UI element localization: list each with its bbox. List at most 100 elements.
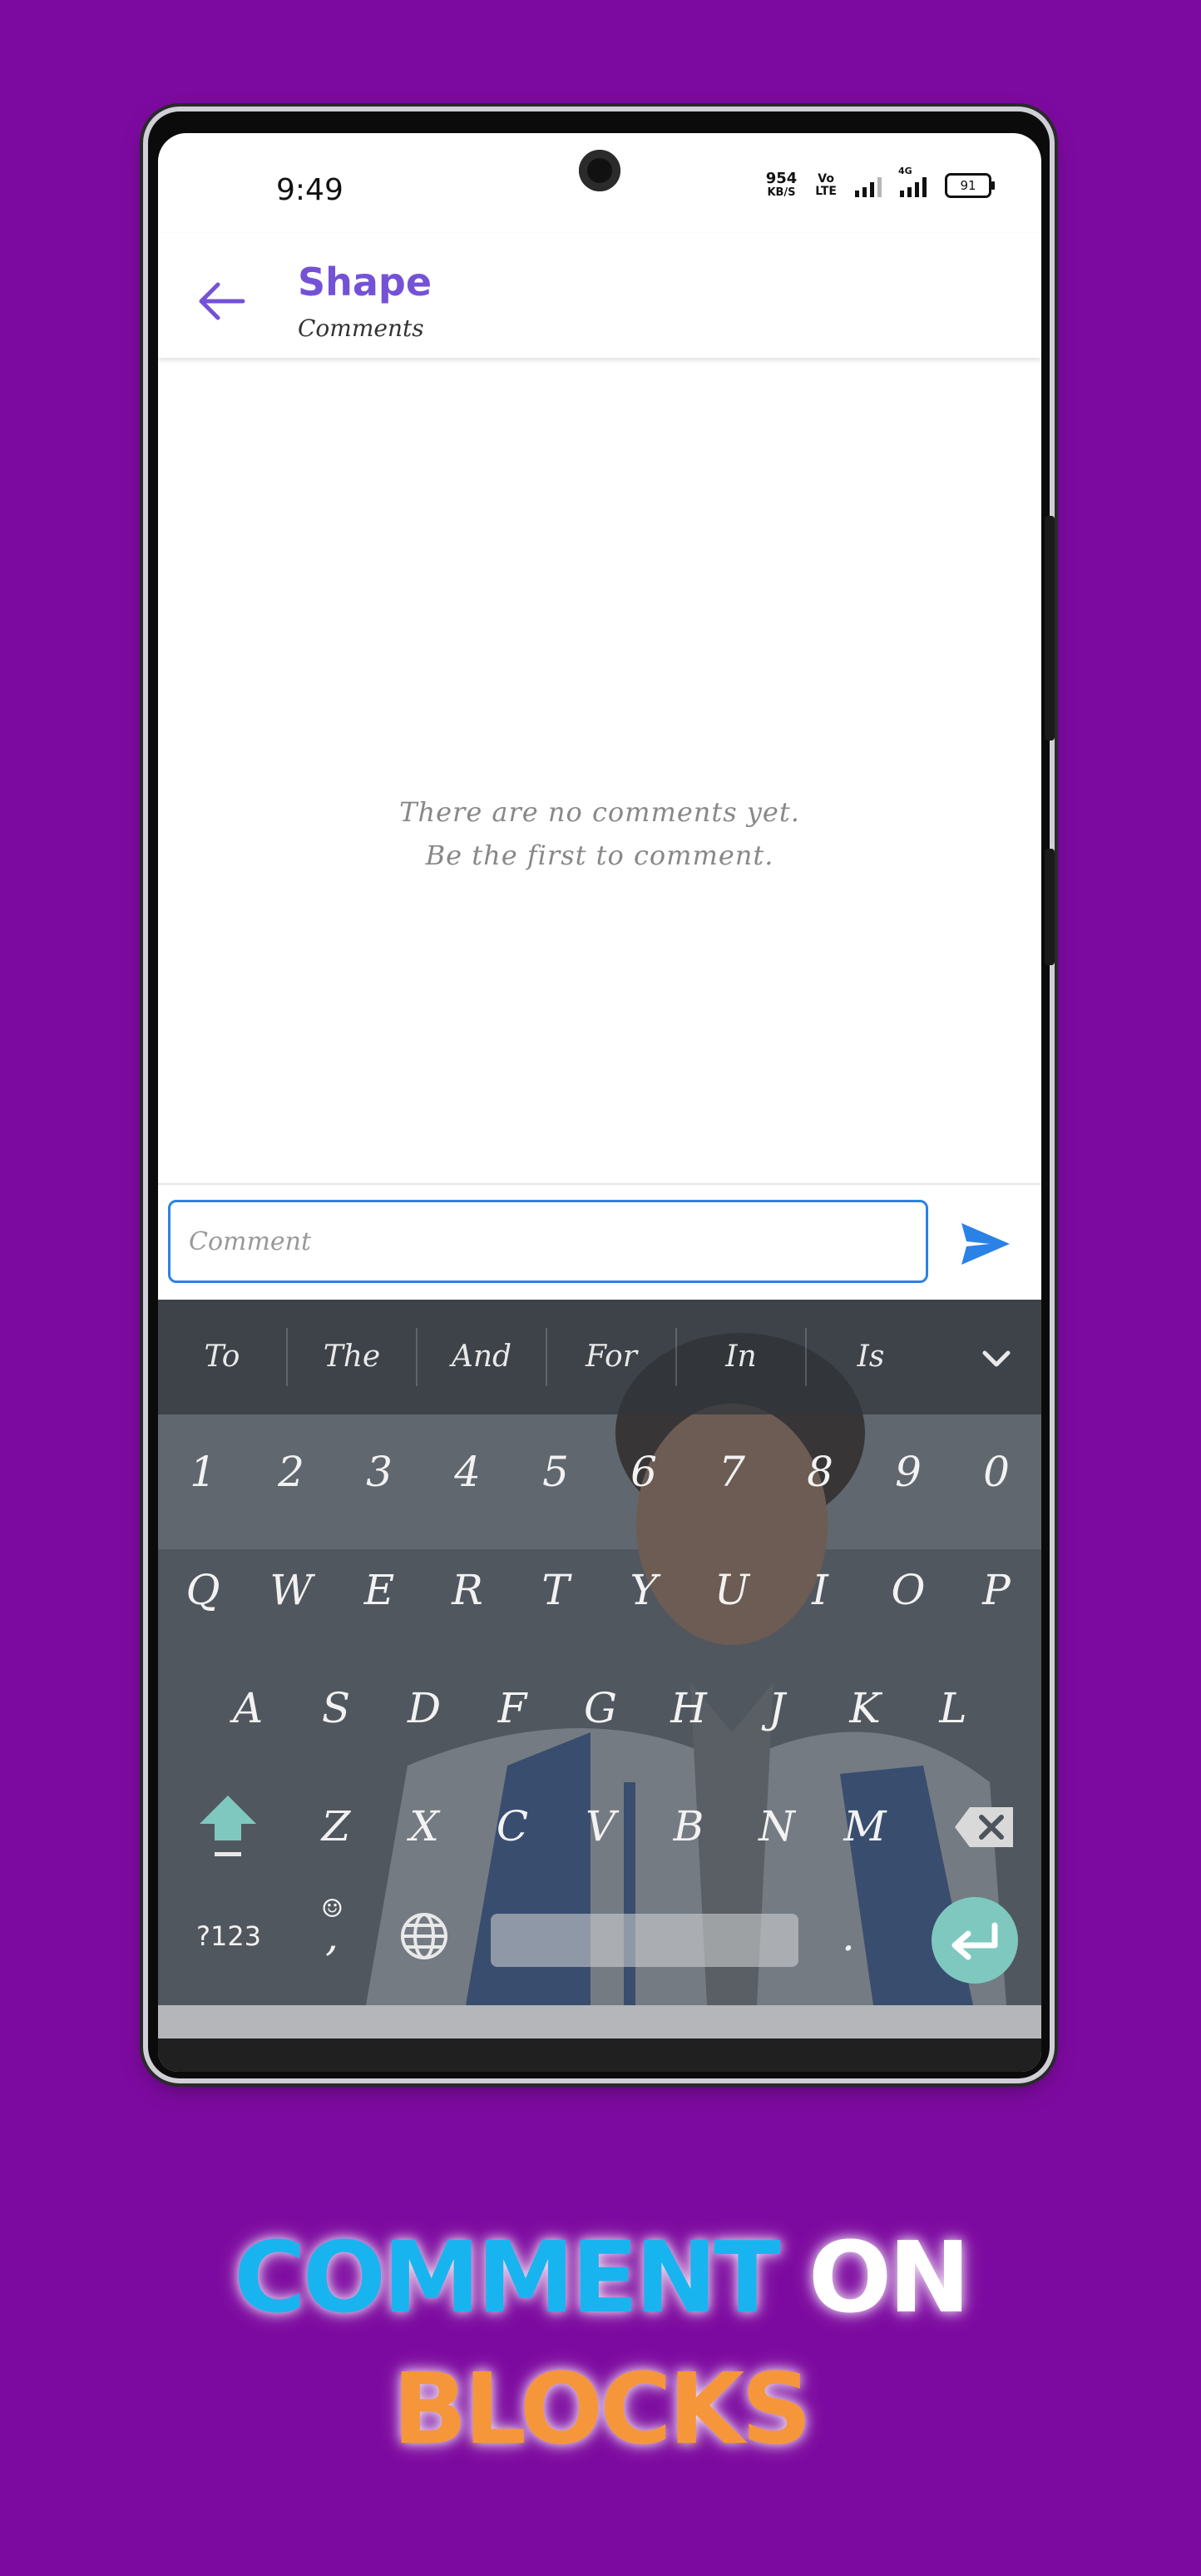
- key[interactable]: M: [823, 1781, 907, 1872]
- key[interactable]: I: [778, 1544, 862, 1636]
- language-key[interactable]: [383, 1890, 466, 1982]
- key[interactable]: R: [426, 1544, 509, 1636]
- key[interactable]: 2: [250, 1426, 333, 1518]
- key[interactable]: C: [471, 1781, 554, 1872]
- suggestion-item[interactable]: In: [677, 1328, 807, 1386]
- key[interactable]: S: [294, 1662, 378, 1754]
- comment-input[interactable]: [168, 1200, 928, 1283]
- suggestion-item[interactable]: And: [418, 1328, 547, 1386]
- suggestion-strip: To The And For In Is: [158, 1300, 1041, 1414]
- keyboard-number-row: 1 2 3 4 5 6 7 8 9 0: [158, 1426, 1041, 1518]
- back-button[interactable]: [195, 276, 248, 326]
- network-speed-value: 954: [765, 170, 798, 187]
- promo-word-blocks: BLOCKS: [392, 2351, 812, 2466]
- backspace-icon: [955, 1807, 1013, 1847]
- network-speed-unit: KB/S: [767, 186, 796, 199]
- status-time: 9:49: [276, 173, 343, 207]
- keyboard-row-1: Q W E R T Y U I O P: [158, 1544, 1041, 1636]
- key[interactable]: X: [383, 1781, 466, 1872]
- network-type-label: 4G: [898, 166, 912, 176]
- empty-message-line2: Be the first to comment.: [425, 840, 774, 871]
- key[interactable]: Q: [161, 1544, 245, 1636]
- enter-key[interactable]: [932, 1897, 1018, 1984]
- symbols-key[interactable]: ?123: [183, 1890, 274, 1982]
- soft-keyboard: To The And For In Is 1 2 3 4 5 6 7 8 9 0: [158, 1300, 1041, 2005]
- key[interactable]: 0: [955, 1426, 1038, 1518]
- key[interactable]: D: [383, 1662, 466, 1754]
- shift-icon: [200, 1796, 256, 1856]
- phone-side-button-volume: [1045, 849, 1055, 965]
- app-bar: Shape Comments: [158, 233, 1041, 358]
- key[interactable]: K: [823, 1662, 907, 1754]
- keyboard-row-3: Z X C V B N M: [158, 1781, 1041, 1872]
- status-icons: 954 KB/S Vo LTE 4G 91: [766, 166, 995, 200]
- key[interactable]: 8: [778, 1426, 862, 1518]
- volte-label-bottom: LTE: [815, 185, 837, 198]
- key[interactable]: W: [250, 1544, 333, 1636]
- send-icon: [961, 1223, 1010, 1265]
- return-icon: [951, 1922, 998, 1960]
- phone-screen: 9:49 954 KB/S Vo LTE 4G 91 Shape Comment…: [158, 133, 1041, 2072]
- keyboard-row-2: A S D F G H J K L: [158, 1662, 1041, 1754]
- key[interactable]: 7: [690, 1426, 773, 1518]
- key[interactable]: P: [955, 1544, 1038, 1636]
- suggestion-item[interactable]: For: [547, 1328, 677, 1386]
- volte-icon: Vo LTE: [815, 173, 837, 198]
- key[interactable]: T: [514, 1544, 597, 1636]
- key[interactable]: Z: [294, 1781, 378, 1872]
- key[interactable]: B: [647, 1781, 730, 1872]
- globe-icon: [401, 1913, 447, 1959]
- period-key[interactable]: .: [823, 1890, 873, 1982]
- promo-word-on: ON: [808, 2220, 971, 2335]
- comment-compose-bar: [158, 1183, 1041, 1301]
- shift-key[interactable]: [186, 1781, 269, 1872]
- battery-icon: 91: [945, 173, 995, 198]
- gesture-bar-area: [158, 2005, 1041, 2039]
- keyboard-bottom-row: ?123 ☺ , .: [158, 1890, 1041, 1984]
- key[interactable]: F: [471, 1662, 554, 1754]
- expand-suggestions-button[interactable]: [976, 1338, 1016, 1378]
- emoji-icon: ☺: [321, 1895, 343, 1924]
- empty-message-line1: There are no comments yet.: [399, 796, 800, 828]
- empty-comments-message: There are no comments yet. Be the first …: [158, 790, 1041, 877]
- page-subtitle: Comments: [298, 315, 424, 342]
- key[interactable]: Y: [602, 1544, 685, 1636]
- key[interactable]: 4: [426, 1426, 509, 1518]
- key[interactable]: H: [647, 1662, 730, 1754]
- promo-heading-line2: BLOCKS: [0, 2351, 1201, 2466]
- key[interactable]: 1: [161, 1426, 245, 1518]
- suggestion-item[interactable]: Is: [807, 1328, 935, 1386]
- network-speed-indicator: 954 KB/S: [766, 171, 798, 200]
- arrow-left-icon: [199, 282, 245, 320]
- space-key[interactable]: [491, 1914, 798, 1967]
- key[interactable]: U: [690, 1544, 773, 1636]
- suggestion-item[interactable]: The: [288, 1328, 418, 1386]
- key[interactable]: 6: [602, 1426, 685, 1518]
- backspace-key[interactable]: [943, 1781, 1026, 1872]
- key[interactable]: N: [735, 1781, 818, 1872]
- status-bar: 9:49 954 KB/S Vo LTE 4G 91: [158, 133, 1041, 233]
- navigation-strip: [158, 2005, 1041, 2072]
- front-camera: [579, 150, 620, 191]
- signal-strength-icon: [855, 174, 882, 197]
- key[interactable]: 9: [867, 1426, 950, 1518]
- chevron-down-icon: [982, 1350, 1011, 1367]
- emoji-comma-key[interactable]: ☺ ,: [296, 1890, 368, 1982]
- promo-word-comment: COMMENT: [234, 2220, 781, 2335]
- send-button[interactable]: [956, 1215, 1015, 1273]
- signal-4g-icon: 4G: [898, 166, 927, 197]
- key[interactable]: 3: [338, 1426, 421, 1518]
- volte-label-top: Vo: [818, 172, 834, 186]
- key[interactable]: J: [735, 1662, 818, 1754]
- key[interactable]: E: [338, 1544, 421, 1636]
- key[interactable]: L: [912, 1662, 995, 1754]
- key[interactable]: V: [559, 1781, 642, 1872]
- promo-heading-line1: COMMENT ON: [0, 2220, 1201, 2335]
- page-title: Shape: [298, 260, 432, 305]
- key[interactable]: G: [559, 1662, 642, 1754]
- key[interactable]: O: [867, 1544, 950, 1636]
- key[interactable]: A: [206, 1662, 289, 1754]
- key[interactable]: 5: [514, 1426, 597, 1518]
- suggestion-item[interactable]: To: [158, 1328, 288, 1386]
- phone-side-button-power: [1045, 516, 1055, 741]
